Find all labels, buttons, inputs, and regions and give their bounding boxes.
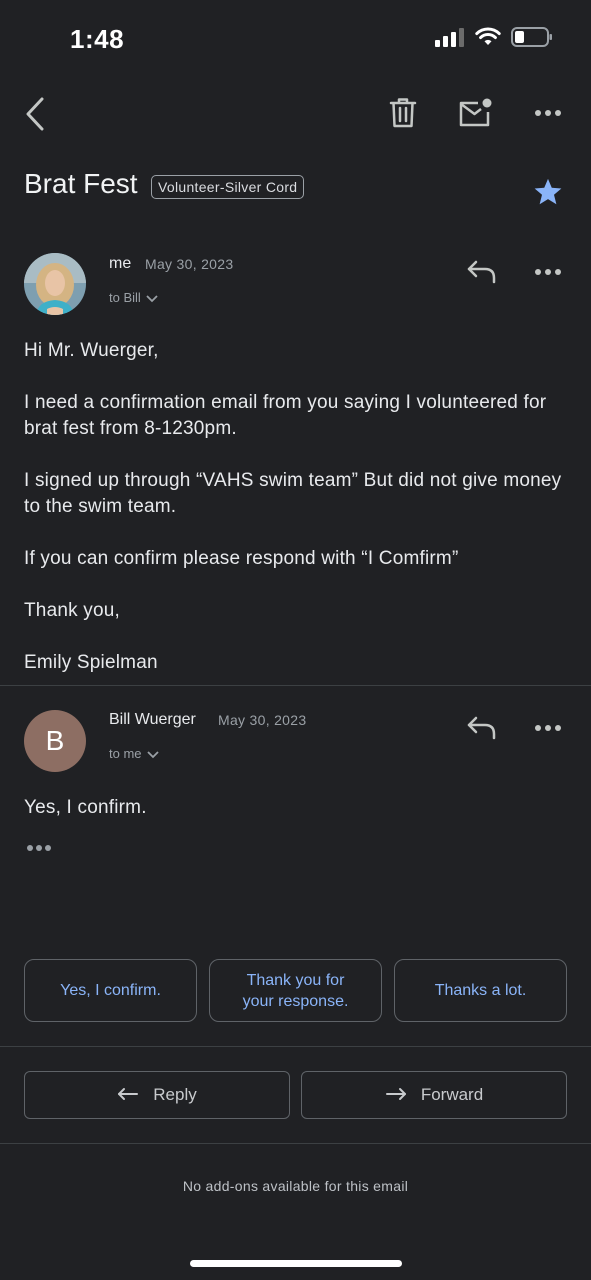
body-paragraph: Hi Mr. Wuerger, [24, 340, 159, 361]
chevron-down-icon [146, 750, 159, 758]
avatar [24, 253, 86, 315]
reply-button[interactable] [464, 712, 500, 744]
email-subject: Brat Fest [24, 168, 138, 199]
message-divider [0, 685, 591, 686]
chevron-left-icon [26, 97, 44, 131]
status-icons [435, 26, 553, 48]
message-date: May 30, 2023 [145, 256, 234, 272]
mail-unread-icon [459, 98, 492, 127]
reply-action-button[interactable]: Reply [24, 1071, 290, 1119]
recipient-text: to Bill [109, 290, 141, 305]
forward-action-button[interactable]: Forward [301, 1071, 567, 1119]
message-date: May 30, 2023 [218, 712, 307, 728]
battery-icon [511, 27, 552, 47]
reply-label: Reply [153, 1085, 197, 1104]
forward-label: Forward [420, 1085, 484, 1104]
more-options-button[interactable] [530, 103, 566, 123]
reply-icon [467, 260, 496, 284]
avatar: B [24, 710, 86, 772]
recipient-text: to me [109, 746, 142, 761]
body-paragraph: If you can confirm please respond with “… [24, 548, 459, 569]
message-body: Yes, I confirm. [24, 795, 147, 821]
body-paragraph: Emily Spielman [24, 652, 158, 673]
message-more-button[interactable] [530, 718, 566, 738]
body-paragraph: I need a confirmation email from you say… [24, 392, 547, 439]
forward-icon [385, 1088, 406, 1100]
message-body: Hi Mr. Wuerger, I need a confirmation em… [24, 338, 569, 676]
body-paragraph: Thank you, [24, 600, 120, 621]
reply-icon [467, 716, 496, 740]
wifi-icon [475, 27, 501, 45]
section-divider [0, 1143, 591, 1144]
mark-unread-button[interactable] [456, 95, 494, 131]
signal-icon [435, 28, 464, 47]
smart-reply-button[interactable]: Yes, I confirm. [24, 959, 197, 1022]
trash-icon [389, 98, 417, 128]
profile-photo-icon [24, 253, 86, 315]
show-trimmed-button[interactable] [24, 840, 54, 856]
sender-name: Bill Wuerger [109, 711, 196, 728]
star-icon [534, 178, 562, 205]
smart-reply-button[interactable]: Thanks a lot. [394, 959, 567, 1022]
smart-reply-button[interactable]: Thank you for your response. [209, 959, 382, 1022]
recipient-toggle[interactable]: to me [109, 746, 160, 761]
section-divider [0, 1046, 591, 1047]
back-button[interactable] [18, 94, 52, 134]
more-horizontal-icon [535, 269, 561, 275]
status-time: 1:48 [70, 24, 125, 54]
more-horizontal-icon [535, 110, 561, 116]
recipient-toggle[interactable]: to Bill [109, 290, 159, 305]
body-paragraph: Yes, I confirm. [24, 797, 147, 818]
home-indicator[interactable] [190, 1260, 402, 1267]
chevron-down-icon [146, 294, 158, 302]
sender-name: me [109, 255, 132, 272]
reply-button[interactable] [464, 256, 500, 288]
label-chip[interactable]: Volunteer-Silver Cord [151, 175, 305, 199]
addons-text: No add-ons available for this email [182, 1178, 409, 1194]
avatar-letter: B [45, 725, 65, 756]
reply-icon [118, 1088, 139, 1100]
body-paragraph: I signed up through “VAHS swim team” But… [24, 470, 562, 517]
more-horizontal-icon [535, 725, 561, 731]
delete-button[interactable] [386, 94, 420, 132]
ellipsis-icon [27, 845, 51, 851]
star-button[interactable] [531, 175, 565, 209]
message-more-button[interactable] [530, 262, 566, 282]
